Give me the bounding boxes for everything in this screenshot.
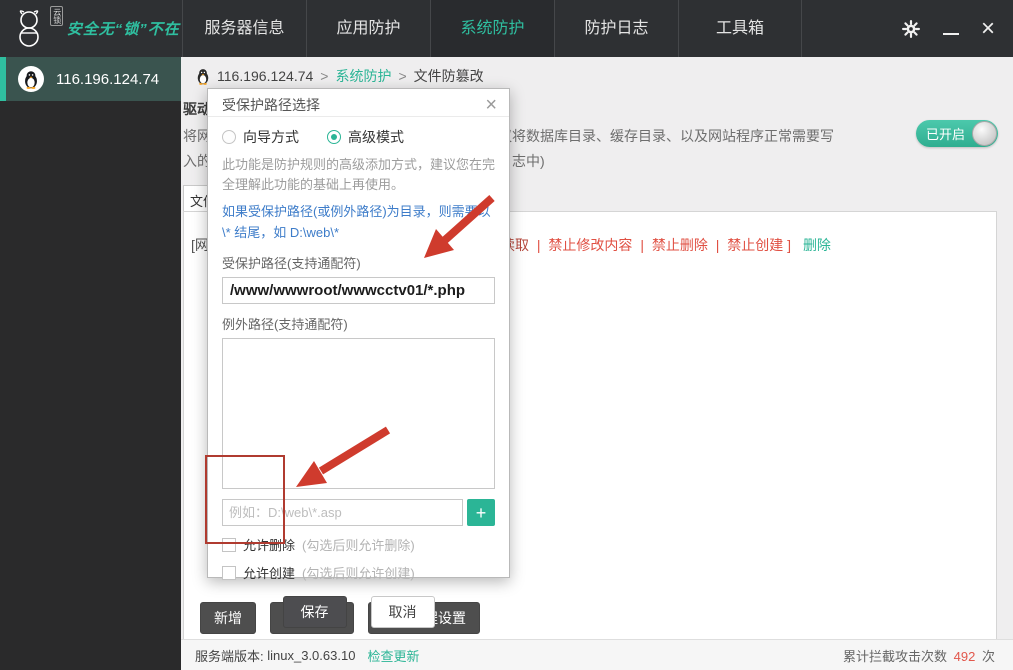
protection-toggle-on[interactable]: 已开启 xyxy=(916,120,998,147)
dialog-header: 受保护路径选择 × xyxy=(208,89,509,117)
radio-wizard-mode[interactable]: 向导方式 xyxy=(222,127,299,147)
brand-badge: 云锁 xyxy=(50,6,63,26)
sidebar-item-server[interactable]: 116.196.124.74 xyxy=(0,57,181,101)
server-sidebar: 116.196.124.74 xyxy=(0,57,181,670)
rule-bracket: ] xyxy=(787,237,792,253)
intro-text-fragment-right: 志中) xyxy=(512,153,545,169)
sidebar-server-ip: 116.196.124.74 xyxy=(56,70,160,88)
mode-radio-group: 向导方式 高级模式 xyxy=(222,127,495,147)
main-nav: 服务器信息 应用防护 系统防护 防护日志 工具箱 xyxy=(182,0,802,57)
protected-path-input[interactable] xyxy=(222,277,495,304)
cancel-button[interactable]: 取消 xyxy=(370,596,435,628)
rule-perm-create: 禁止创建 xyxy=(727,237,784,253)
minimize-icon[interactable] xyxy=(942,32,959,35)
radio-circle-icon[interactable] xyxy=(222,130,236,144)
brand-mascot-icon xyxy=(19,9,39,47)
add-path-plus-button[interactable]: + xyxy=(467,499,495,526)
title-bar: 云锁 安全无“锁”不在 服务器信息 应用防护 系统防护 防护日志 工具箱 × xyxy=(0,0,1013,57)
add-path-row: + xyxy=(222,499,495,526)
settings-gear-icon[interactable] xyxy=(901,19,921,39)
intro-title-fragment: 驱动 xyxy=(183,101,209,117)
save-button[interactable]: 保存 xyxy=(282,596,347,628)
allow-create-label: 允许创建 xyxy=(243,566,296,581)
rule-perm-modify: 禁止修改内容 xyxy=(548,237,633,253)
allow-create-row: 允许创建 (勾选后则允许创建) xyxy=(222,563,495,582)
rule-delete-link[interactable]: 删除 xyxy=(803,237,831,253)
rule-separator: | xyxy=(640,237,644,253)
allow-delete-row: 允许删除 (勾选后则允许删除) xyxy=(222,535,495,554)
exception-path-label: 例外路径(支持通配符) xyxy=(222,317,348,332)
intro-text-fragment-left: 入的 xyxy=(183,153,209,169)
window-controls: × xyxy=(901,0,1013,57)
attack-counter-label: 累计拦截攻击次数 xyxy=(843,648,948,664)
tab-app-protection[interactable]: 应用防护 xyxy=(306,0,430,57)
server-version-value: linux_3.0.63.10 xyxy=(267,647,356,663)
breadcrumb-penguin-icon xyxy=(197,68,209,85)
radio-circle-icon-selected[interactable] xyxy=(327,130,341,144)
breadcrumb-server[interactable]: 116.196.124.74 xyxy=(217,68,313,84)
file-tamper-tab-fragment[interactable]: 文件防篡改 xyxy=(183,185,208,211)
app-window: 云锁 安全无“锁”不在 服务器信息 应用防护 系统防护 防护日志 工具箱 × 1… xyxy=(0,0,1013,670)
rule-separator: | xyxy=(536,237,541,253)
attack-counter: 累计拦截攻击次数 492 次 xyxy=(843,646,995,665)
radio-advanced-mode[interactable]: 高级模式 xyxy=(327,127,404,147)
close-icon[interactable]: × xyxy=(981,16,995,41)
toggle-label: 已开启 xyxy=(926,127,966,142)
protected-path-label: 受保护路径(支持通配符) xyxy=(222,256,361,271)
radio-advanced-label: 高级模式 xyxy=(348,129,404,145)
brand-logo: 云锁 安全无“锁”不在 xyxy=(0,0,182,57)
toggle-knob[interactable] xyxy=(972,121,997,146)
attack-counter-value: 492 xyxy=(953,648,976,664)
allow-delete-label: 允许删除 xyxy=(243,538,296,553)
breadcrumb-separator: > xyxy=(398,68,407,84)
breadcrumb-page: 文件防篡改 xyxy=(413,68,484,84)
dialog-hint: 如果受保护路径(或例外路径)为目录，则需要以 \* 结尾，如 D:\web\* xyxy=(222,204,491,240)
tab-system-protection[interactable]: 系统防护 xyxy=(430,0,554,57)
tab-server-info[interactable]: 服务器信息 xyxy=(182,0,306,57)
exception-path-textarea[interactable] xyxy=(222,338,495,489)
brand-slogan: 安全无“锁”不在 xyxy=(66,21,180,38)
server-version-label: 服务端版本: xyxy=(195,648,264,664)
dialog-description: 此功能是防护规则的高级添加方式，建议您在完全理解此功能的基础上再使用。 xyxy=(222,157,496,192)
intro-text-fragment-right: 议将数据库目录、缓存目录、以及网站程序正常需要写 xyxy=(498,128,834,144)
status-bar: 服务端版本: linux_3.0.63.10 检查更新 累计拦截攻击次数 492… xyxy=(181,639,1013,670)
add-path-input[interactable] xyxy=(222,499,463,526)
attack-counter-unit: 次 xyxy=(981,648,995,664)
allow-create-checkbox[interactable] xyxy=(222,565,236,580)
rule-perm-delete: 禁止删除 xyxy=(651,237,708,253)
intro-text-fragment-left: 将网 xyxy=(183,128,209,144)
check-update-link[interactable]: 检查更新 xyxy=(367,646,419,665)
allow-create-hint: (勾选后则允许创建) xyxy=(302,566,415,581)
breadcrumb-section[interactable]: 系统防护 xyxy=(335,66,391,86)
dialog-buttons: 保存 取消 xyxy=(222,596,495,628)
breadcrumb-separator: > xyxy=(320,68,329,84)
linux-penguin-icon xyxy=(18,66,44,92)
dialog-title: 受保护路径选择 xyxy=(222,96,320,113)
protected-path-dialog: 受保护路径选择 × 向导方式 高级模式 此功能是防护规则的高级添加方式，建议您在… xyxy=(207,88,510,628)
tab-toolbox[interactable]: 工具箱 xyxy=(678,0,802,57)
rule-row-fragment-right: 读取 | 禁止修改内容 | 禁止删除 | 禁止创建 ] 删除 xyxy=(501,235,831,255)
dialog-close-icon[interactable]: × xyxy=(485,95,497,115)
breadcrumb: 116.196.124.74 > 系统防护 > 文件防篡改 xyxy=(196,66,484,86)
tab-protection-logs[interactable]: 防护日志 xyxy=(554,0,678,57)
allow-delete-hint: (勾选后则允许删除) xyxy=(302,538,415,553)
rule-separator: | xyxy=(715,237,720,253)
radio-wizard-label: 向导方式 xyxy=(243,129,299,145)
allow-delete-checkbox[interactable] xyxy=(222,537,236,552)
